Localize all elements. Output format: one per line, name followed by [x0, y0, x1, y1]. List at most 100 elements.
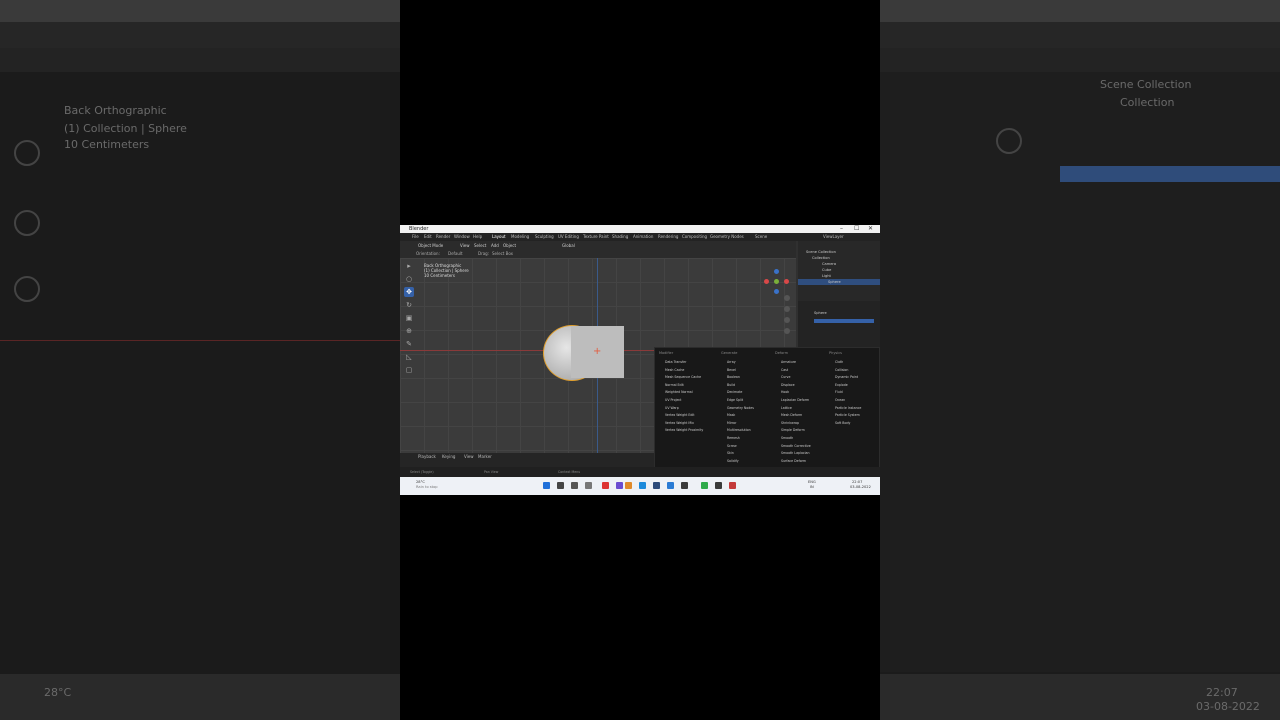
move-tool-icon[interactable]: ✥ — [404, 287, 414, 297]
mail-icon[interactable] — [667, 482, 674, 489]
menu-edit[interactable]: Edit — [424, 233, 432, 241]
modifier-item[interactable]: Data Transfer — [665, 360, 686, 364]
modifier-item[interactable]: Weighted Normal — [665, 390, 693, 394]
modifier-item[interactable]: Skin — [727, 451, 734, 455]
app-icon[interactable] — [729, 482, 736, 489]
modifier-item[interactable]: Vertex Weight Proximity — [665, 428, 703, 432]
transform-orientation[interactable]: Global — [562, 241, 575, 250]
modifier-item[interactable]: Decimate — [727, 390, 742, 394]
tab-modeling[interactable]: Modeling — [511, 233, 529, 241]
scale-tool-icon[interactable]: ▣ — [404, 313, 414, 323]
youtube-icon[interactable] — [602, 482, 609, 489]
search-icon[interactable] — [557, 482, 564, 489]
gizmo-neg-x-icon[interactable] — [784, 279, 789, 284]
gizmo-y-icon[interactable] — [774, 279, 779, 284]
modifier-item[interactable]: Geometry Nodes — [727, 406, 754, 410]
view-menu[interactable]: View — [460, 241, 470, 250]
timeline-keying[interactable]: Keying — [442, 453, 455, 460]
modifier-item[interactable]: Laplacian Deform — [781, 398, 809, 402]
annotate-tool-icon[interactable]: ✎ — [404, 339, 414, 349]
modifier-item[interactable]: Array — [727, 360, 736, 364]
app-icon[interactable] — [681, 482, 688, 489]
modifier-item[interactable]: Mirror — [727, 421, 736, 425]
menu-render[interactable]: Render — [436, 233, 450, 241]
modifier-item[interactable]: Mesh Deform — [781, 413, 802, 417]
maximize-button[interactable]: ☐ — [854, 225, 859, 233]
modifier-item[interactable]: Simple Deform — [781, 428, 805, 432]
modifier-item[interactable]: UV Project — [665, 398, 681, 402]
modifier-item[interactable]: Particle Instance — [835, 406, 861, 410]
close-button[interactable]: ✕ — [868, 225, 873, 233]
mode-dropdown[interactable]: Object Mode — [418, 241, 443, 250]
navigation-gizmo[interactable] — [764, 269, 790, 295]
transform-tool-icon[interactable]: ⊕ — [404, 326, 414, 336]
app-icon[interactable] — [653, 482, 660, 489]
app-icon[interactable] — [585, 482, 592, 489]
modifier-item[interactable]: Edge Split — [727, 398, 743, 402]
modifier-item[interactable]: Smooth Laplacian — [781, 451, 810, 455]
modifier-item[interactable]: Smooth — [781, 436, 793, 440]
timeline-marker[interactable]: Marker — [478, 453, 492, 460]
modifier-item[interactable]: Cast — [781, 368, 788, 372]
gizmo-z-icon[interactable] — [774, 269, 779, 274]
object-menu[interactable]: Object — [503, 241, 516, 250]
modifier-item[interactable]: Surface Deform — [781, 459, 806, 463]
scene-selector[interactable]: Scene — [755, 233, 767, 241]
tab-shading[interactable]: Shading — [612, 233, 628, 241]
modifier-item[interactable]: Vertex Weight Mix — [665, 421, 694, 425]
modifier-item[interactable]: Lattice — [781, 406, 792, 410]
modifier-item[interactable]: Dynamic Paint — [835, 375, 858, 379]
start-icon[interactable] — [543, 482, 550, 489]
clock-time[interactable]: 22:07 — [852, 480, 862, 484]
menu-window[interactable]: Window — [454, 233, 470, 241]
modifier-item[interactable]: Ocean — [835, 398, 845, 402]
app-icon[interactable] — [715, 482, 722, 489]
outliner-item-sphere[interactable]: Sphere — [798, 279, 880, 285]
modifier-item[interactable]: UV Warp — [665, 406, 679, 410]
tab-animation[interactable]: Animation — [633, 233, 653, 241]
modifier-item[interactable]: Particle System — [835, 413, 860, 417]
edge-icon[interactable] — [639, 482, 646, 489]
rotate-tool-icon[interactable]: ↻ — [404, 300, 414, 310]
modifier-item[interactable]: Solidify — [727, 459, 739, 463]
measure-tool-icon[interactable]: ◺ — [404, 352, 414, 362]
modifier-item[interactable]: Vertex Weight Edit — [665, 413, 695, 417]
modifier-item[interactable]: Collision — [835, 368, 848, 372]
menu-help[interactable]: Help — [473, 233, 482, 241]
modifier-item[interactable]: Soft Body — [835, 421, 850, 425]
select-tool-icon[interactable]: ○ — [404, 274, 414, 284]
tab-geometry-nodes[interactable]: Geometry Nodes — [710, 233, 744, 241]
language-indicator[interactable]: ENG — [808, 480, 816, 484]
tab-rendering[interactable]: Rendering — [658, 233, 678, 241]
modifier-item[interactable]: Displace — [781, 383, 795, 387]
cursor-tool-icon[interactable]: ▸ — [404, 261, 414, 271]
modifier-item[interactable]: Mesh Sequence Cache — [665, 375, 701, 379]
whatsapp-icon[interactable] — [701, 482, 708, 489]
modifier-item[interactable]: Normal Edit — [665, 383, 684, 387]
orientation-dropdown[interactable]: Default — [448, 250, 463, 258]
zoom-icon[interactable] — [784, 295, 790, 301]
select-menu[interactable]: Select — [474, 241, 486, 250]
modifier-item[interactable]: Cloth — [835, 360, 843, 364]
tab-compositing[interactable]: Compositing — [682, 233, 707, 241]
gizmo-neg-z-icon[interactable] — [774, 289, 779, 294]
tab-layout[interactable]: Layout — [492, 233, 506, 241]
modifier-item[interactable]: Curve — [781, 375, 790, 379]
modifier-item[interactable]: Mesh Cache — [665, 368, 684, 372]
modifier-item[interactable]: Hook — [781, 390, 789, 394]
task-view-icon[interactable] — [571, 482, 578, 489]
modifier-item[interactable]: Smooth Corrective — [781, 444, 811, 448]
tab-sculpting[interactable]: Sculpting — [535, 233, 554, 241]
blender-icon[interactable] — [625, 482, 632, 489]
app-icon[interactable] — [616, 482, 623, 489]
tab-texture-paint[interactable]: Texture Paint — [583, 233, 609, 241]
add-modifier-button[interactable] — [814, 319, 874, 323]
timeline-playback[interactable]: Playback — [418, 453, 436, 460]
modifier-item[interactable]: Screw — [727, 444, 737, 448]
camera-icon[interactable] — [784, 317, 790, 323]
add-cube-tool-icon[interactable]: ▢ — [404, 365, 414, 375]
modifier-item[interactable]: Fluid — [835, 390, 843, 394]
modifier-item[interactable]: Mask — [727, 413, 735, 417]
modifier-item[interactable]: Boolean — [727, 375, 740, 379]
view-layer-selector[interactable]: ViewLayer — [823, 233, 844, 241]
